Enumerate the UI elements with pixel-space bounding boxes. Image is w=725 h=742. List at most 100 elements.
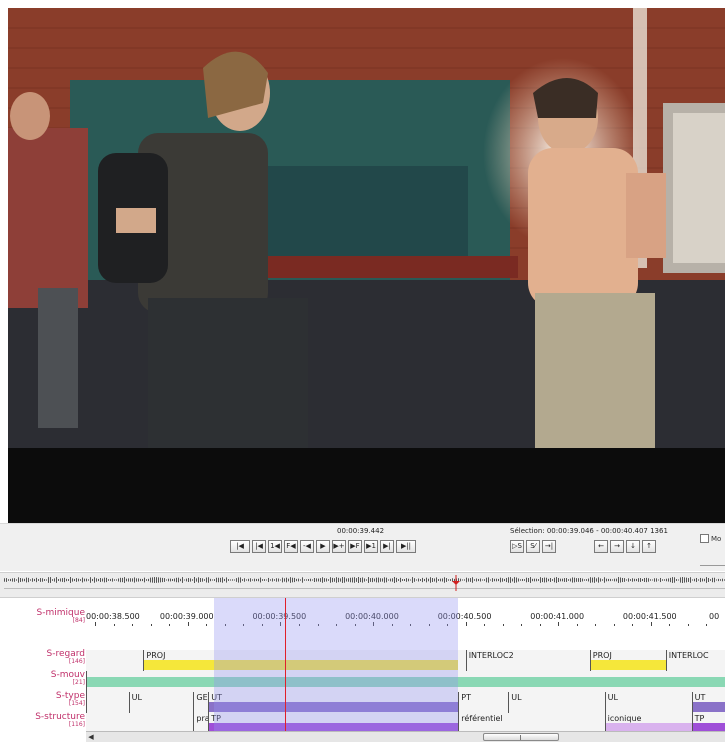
- step-forward-1-button[interactable]: ▶1: [364, 540, 378, 553]
- segment-boundary[interactable]: [86, 671, 87, 692]
- fast-backward-button[interactable]: F◀: [284, 540, 298, 553]
- tier-count: [116]: [68, 721, 85, 728]
- step-forward-ms-button[interactable]: ▶+: [332, 540, 346, 553]
- annotation-segment[interactable]: PROJ: [589, 650, 666, 671]
- play-selection-button[interactable]: ▷S: [510, 540, 524, 553]
- ruler-label: 00:00:39.000: [159, 612, 214, 621]
- segment-boundary[interactable]: [691, 692, 693, 713]
- segment-label: INTERLOC2: [468, 651, 514, 660]
- annotation-segment[interactable]: INTERLOC2: [465, 650, 590, 671]
- overview-baseline: [4, 588, 725, 589]
- tier-count: [154]: [68, 700, 85, 707]
- segment-label: UL: [131, 693, 142, 702]
- checkbox-label: Mo: [711, 534, 722, 543]
- segment-boundary[interactable]: [508, 692, 510, 713]
- clear-selection-button[interactable]: S⁄: [526, 540, 540, 553]
- tier-count: [84]: [72, 617, 85, 624]
- ruler-tick: [576, 624, 578, 626]
- overview-playhead-icon[interactable]: [452, 575, 460, 591]
- scroll-left-icon[interactable]: ◀: [86, 732, 96, 742]
- go-to-begin-button[interactable]: |◀: [230, 540, 250, 553]
- annotation-segment[interactable]: UL: [128, 692, 194, 713]
- selection-boundary-button[interactable]: →|: [542, 540, 556, 553]
- ruler-tick: [650, 622, 652, 626]
- checkbox-box[interactable]: [700, 534, 709, 543]
- segment-label: PROJ: [146, 651, 166, 660]
- segment-boundary[interactable]: [589, 650, 591, 671]
- navigation-buttons: ← → ↓ ↑: [594, 540, 656, 553]
- segment-bar: [691, 702, 725, 712]
- ruler-tick: [484, 624, 486, 626]
- segment-boundary[interactable]: [465, 650, 467, 671]
- tier-count: [146]: [68, 658, 85, 665]
- ruler-tick: [558, 622, 560, 626]
- step-back-ms-button[interactable]: -◀: [300, 540, 314, 553]
- segment-boundary[interactable]: [143, 650, 145, 671]
- waveform-overview[interactable]: [0, 572, 725, 598]
- playhead-cursor[interactable]: [285, 598, 286, 731]
- segment-boundary[interactable]: [458, 692, 460, 713]
- ruler-tick: [521, 624, 523, 626]
- ruler-tick: [150, 624, 152, 626]
- annotation-segment[interactable]: [86, 692, 99, 713]
- ruler-tick: [95, 622, 97, 626]
- previous-frame-button[interactable]: |◀: [252, 540, 266, 553]
- segment-boundary[interactable]: [86, 692, 87, 713]
- segment-label: référentiel: [461, 714, 503, 723]
- ruler-tick: [632, 624, 634, 626]
- segment-boundary[interactable]: [665, 650, 667, 671]
- navigate-left-button[interactable]: ←: [594, 540, 608, 553]
- ruler-label: 00:00:41.000: [530, 612, 585, 621]
- time-selection[interactable]: [214, 598, 458, 731]
- ruler-tick: [613, 624, 615, 626]
- annotation-segment[interactable]: UL: [508, 692, 604, 713]
- ruler-tick: [687, 624, 689, 626]
- annotation-segment[interactable]: UL: [604, 692, 692, 713]
- segment-label: GE: [196, 693, 208, 702]
- segment-boundary[interactable]: [208, 692, 210, 713]
- ruler-tick: [502, 624, 504, 626]
- segment-label: UT: [694, 693, 706, 702]
- scroll-grip: [520, 735, 521, 740]
- current-time: 00:00:39.442: [337, 527, 385, 535]
- segment-label: PROJ: [592, 651, 612, 660]
- video-player[interactable]: [8, 8, 725, 523]
- scroll-thumb[interactable]: [483, 733, 559, 741]
- go-to-end-button[interactable]: ▶||: [396, 540, 416, 553]
- selection-buttons: ▷S S⁄ →|: [510, 540, 556, 553]
- segment-boundary[interactable]: [604, 692, 606, 713]
- annotation-segment[interactable]: GE: [193, 692, 208, 713]
- ruler-tick: [132, 624, 134, 626]
- segment-boundary[interactable]: [128, 692, 130, 713]
- ruler-tick: [669, 624, 671, 626]
- ruler-tick: [595, 624, 597, 626]
- navigate-right-button[interactable]: →: [610, 540, 624, 553]
- divider: [700, 565, 725, 566]
- annotation-segment[interactable]: UT: [691, 692, 725, 713]
- play-button[interactable]: ▶: [316, 540, 330, 553]
- ruler-label: 00: [709, 612, 720, 621]
- ruler-tick: [539, 624, 541, 626]
- ruler-label: 00:00:38.500: [86, 612, 140, 621]
- mode-checkbox[interactable]: Mo: [700, 534, 721, 543]
- ruler-tick: [187, 622, 189, 626]
- next-frame-button[interactable]: ▶|: [380, 540, 394, 553]
- fast-forward-button[interactable]: ▶F: [348, 540, 362, 553]
- segment-label: INTERLOC: [668, 651, 709, 660]
- annotation-app: 00:00:39.442 Sélection: 00:00:39.046 - 0…: [0, 0, 725, 742]
- annotation-segment[interactable]: PT: [458, 692, 508, 713]
- selection-info: Sélection: 00:00:39.046 - 00:00:40.407 1…: [510, 527, 668, 535]
- media-controls: 00:00:39.442 Sélection: 00:00:39.046 - 0…: [0, 523, 725, 571]
- ruler-tick: [706, 624, 708, 626]
- tier-count: [21]: [72, 679, 85, 686]
- horizontal-scrollbar[interactable]: ◀: [86, 731, 725, 742]
- transport-buttons: |◀ |◀ 1◀ F◀ -◀ ▶ ▶+ ▶F ▶1 ▶| ▶||: [230, 540, 416, 553]
- step-back-1-button[interactable]: 1◀: [268, 540, 282, 553]
- ruler-tick: [113, 624, 115, 626]
- segment-boundary[interactable]: [193, 692, 195, 713]
- navigate-up-button[interactable]: ↑: [642, 540, 656, 553]
- annotation-segment[interactable]: INTERLOC: [665, 650, 725, 671]
- navigate-down-button[interactable]: ↓: [626, 540, 640, 553]
- annotation-timeline[interactable]: 00:00:38.500 00:00:39.000 00:00:39.500 00:0…: [0, 598, 725, 742]
- segment-label: iconique: [607, 714, 642, 723]
